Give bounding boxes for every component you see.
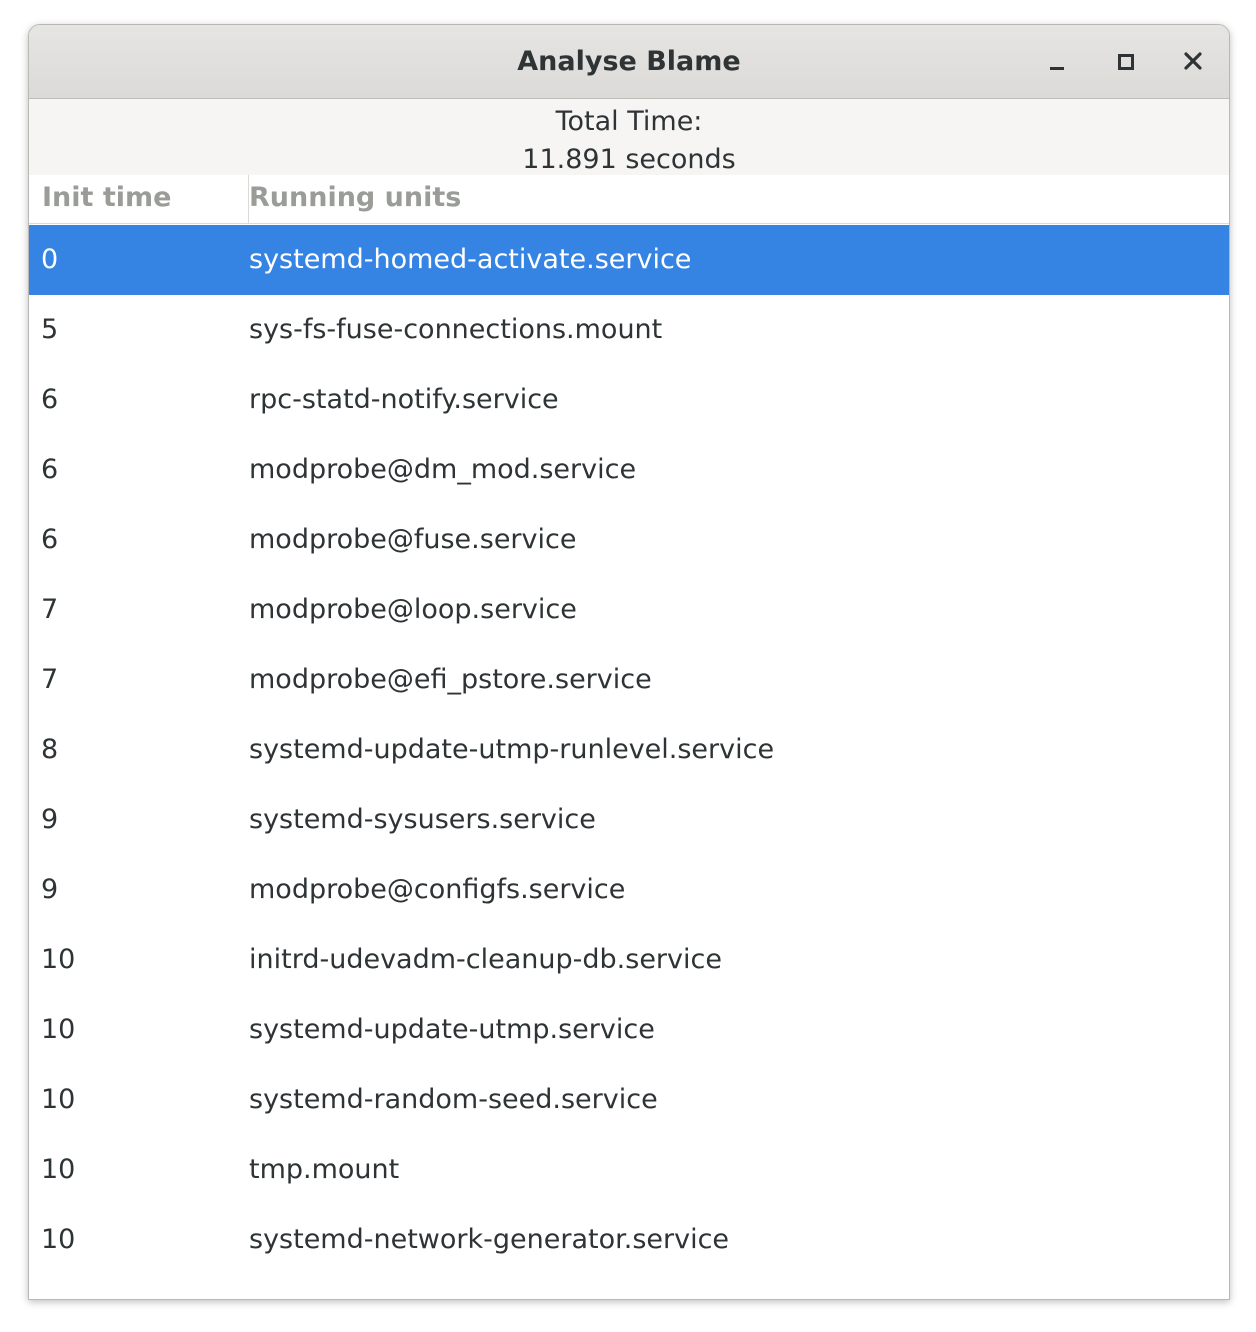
table-row[interactable]: 0 systemd-homed-activate.service <box>29 225 1229 295</box>
analyse-blame-window: Analyse Blame Total Time: 11.891 seconds… <box>28 24 1230 1300</box>
init-time-cell: 9 <box>41 804 59 835</box>
init-time-cell: 0 <box>41 244 59 275</box>
table-row[interactable]: 5 sys-fs-fuse-connections.mount <box>29 295 1229 365</box>
table-header: Init time (ms) Running units <box>29 175 1229 259</box>
running-unit-cell: systemd-random-seed.service <box>249 1084 658 1115</box>
table-row[interactable]: 6 modprobe@fuse.service <box>29 505 1229 575</box>
init-time-cell: 6 <box>41 454 59 485</box>
running-unit-cell: modprobe@fuse.service <box>249 524 577 555</box>
running-unit-cell: systemd-network-generator.service <box>249 1224 730 1255</box>
table-row[interactable]: 9 modprobe@configfs.service <box>29 855 1229 925</box>
init-time-cell: 10 <box>41 1014 76 1045</box>
running-unit-cell: systemd-homed-activate.service <box>249 244 692 275</box>
table-row[interactable]: 10 systemd-update-utmp.service <box>29 995 1229 1065</box>
init-time-cell: 7 <box>41 594 59 625</box>
running-unit-cell: modprobe@efi_pstore.service <box>249 664 652 695</box>
init-time-cell: 8 <box>41 734 59 765</box>
close-button[interactable] <box>1173 41 1213 81</box>
init-time-cell: 6 <box>41 524 59 555</box>
table-row[interactable]: 10 tmp.mount <box>29 1135 1229 1205</box>
total-time-summary: Total Time: 11.891 seconds <box>29 99 1229 175</box>
maximize-button[interactable] <box>1105 41 1145 81</box>
total-time-label: Total Time: <box>555 106 703 137</box>
table-row[interactable]: 10 systemd-random-seed.service <box>29 1065 1229 1135</box>
init-time-cell: 10 <box>41 1084 76 1115</box>
running-unit-cell: rpc-statd-notify.service <box>249 384 559 415</box>
table-row[interactable]: 7 modprobe@loop.service <box>29 575 1229 645</box>
column-header-init-time[interactable]: Init time (ms) <box>29 175 249 259</box>
running-unit-cell: modprobe@dm_mod.service <box>249 454 637 485</box>
column-header-running-units[interactable]: Running units <box>236 175 1229 223</box>
table-row[interactable]: 9 systemd-sysusers.service <box>29 785 1229 855</box>
running-unit-cell: tmp.mount <box>249 1154 400 1185</box>
running-unit-cell: systemd-update-utmp-runlevel.service <box>249 734 775 765</box>
running-unit-cell: systemd-update-utmp.service <box>249 1014 655 1045</box>
maximize-icon <box>1118 54 1134 70</box>
table-row[interactable]: 8 systemd-update-utmp-runlevel.service <box>29 715 1229 785</box>
init-time-cell: 5 <box>41 314 59 345</box>
init-time-cell: 6 <box>41 384 59 415</box>
init-time-cell: 10 <box>41 944 76 975</box>
close-icon <box>1184 52 1202 70</box>
title-bar[interactable]: Analyse Blame <box>29 25 1229 99</box>
total-time-value: 11.891 seconds <box>522 144 736 175</box>
minimize-icon <box>1050 67 1064 70</box>
table-row[interactable]: 6 modprobe@dm_mod.service <box>29 435 1229 505</box>
table-row[interactable]: 6 rpc-statd-notify.service <box>29 365 1229 435</box>
table-row[interactable]: 7 modprobe@efi_pstore.service <box>29 645 1229 715</box>
table-row[interactable]: 10 systemd-network-generator.service <box>29 1205 1229 1275</box>
init-time-cell: 7 <box>41 664 59 695</box>
running-unit-cell: systemd-sysusers.service <box>249 804 596 835</box>
running-unit-cell: sys-fs-fuse-connections.mount <box>249 314 663 345</box>
table-row[interactable]: 10 initrd-udevadm-cleanup-db.service <box>29 925 1229 995</box>
init-time-cell: 9 <box>41 874 59 905</box>
init-time-cell: 10 <box>41 1224 76 1255</box>
units-list: 0 systemd-homed-activate.service 5 sys-fs-f… <box>29 225 1229 1275</box>
running-unit-cell: initrd-udevadm-cleanup-db.service <box>249 944 722 975</box>
init-time-cell: 10 <box>41 1154 76 1185</box>
running-unit-cell: modprobe@configfs.service <box>249 874 626 905</box>
minimize-button[interactable] <box>1037 41 1077 81</box>
running-unit-cell: modprobe@loop.service <box>249 594 577 625</box>
